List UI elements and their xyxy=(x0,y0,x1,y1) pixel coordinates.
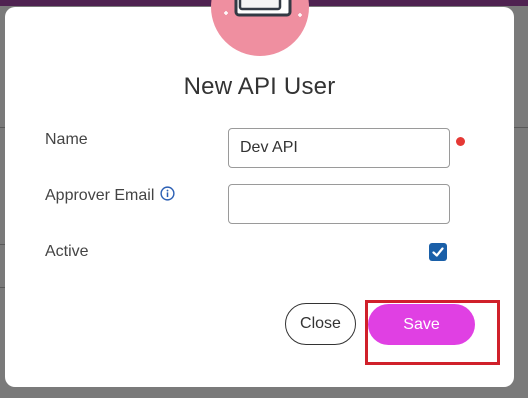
new-api-user-dialog: New API User Name Approver Email Active … xyxy=(5,0,514,387)
approver-email-input[interactable] xyxy=(228,184,450,224)
approver-email-label-text: Approver Email xyxy=(45,187,155,204)
required-indicator xyxy=(456,137,465,146)
approver-email-label: Approver Email xyxy=(45,186,175,206)
background-divider xyxy=(514,127,528,128)
save-button-highlight xyxy=(365,300,500,365)
name-label: Name xyxy=(45,131,88,148)
active-label: Active xyxy=(45,243,89,260)
close-button[interactable]: Close xyxy=(285,303,356,345)
dialog-title: New API User xyxy=(183,73,336,100)
checkmark-icon xyxy=(432,247,444,257)
name-input[interactable] xyxy=(228,128,450,168)
info-circle-icon[interactable] xyxy=(160,186,175,206)
active-checkbox[interactable] xyxy=(429,243,447,261)
document-clipboard-icon xyxy=(211,0,309,56)
